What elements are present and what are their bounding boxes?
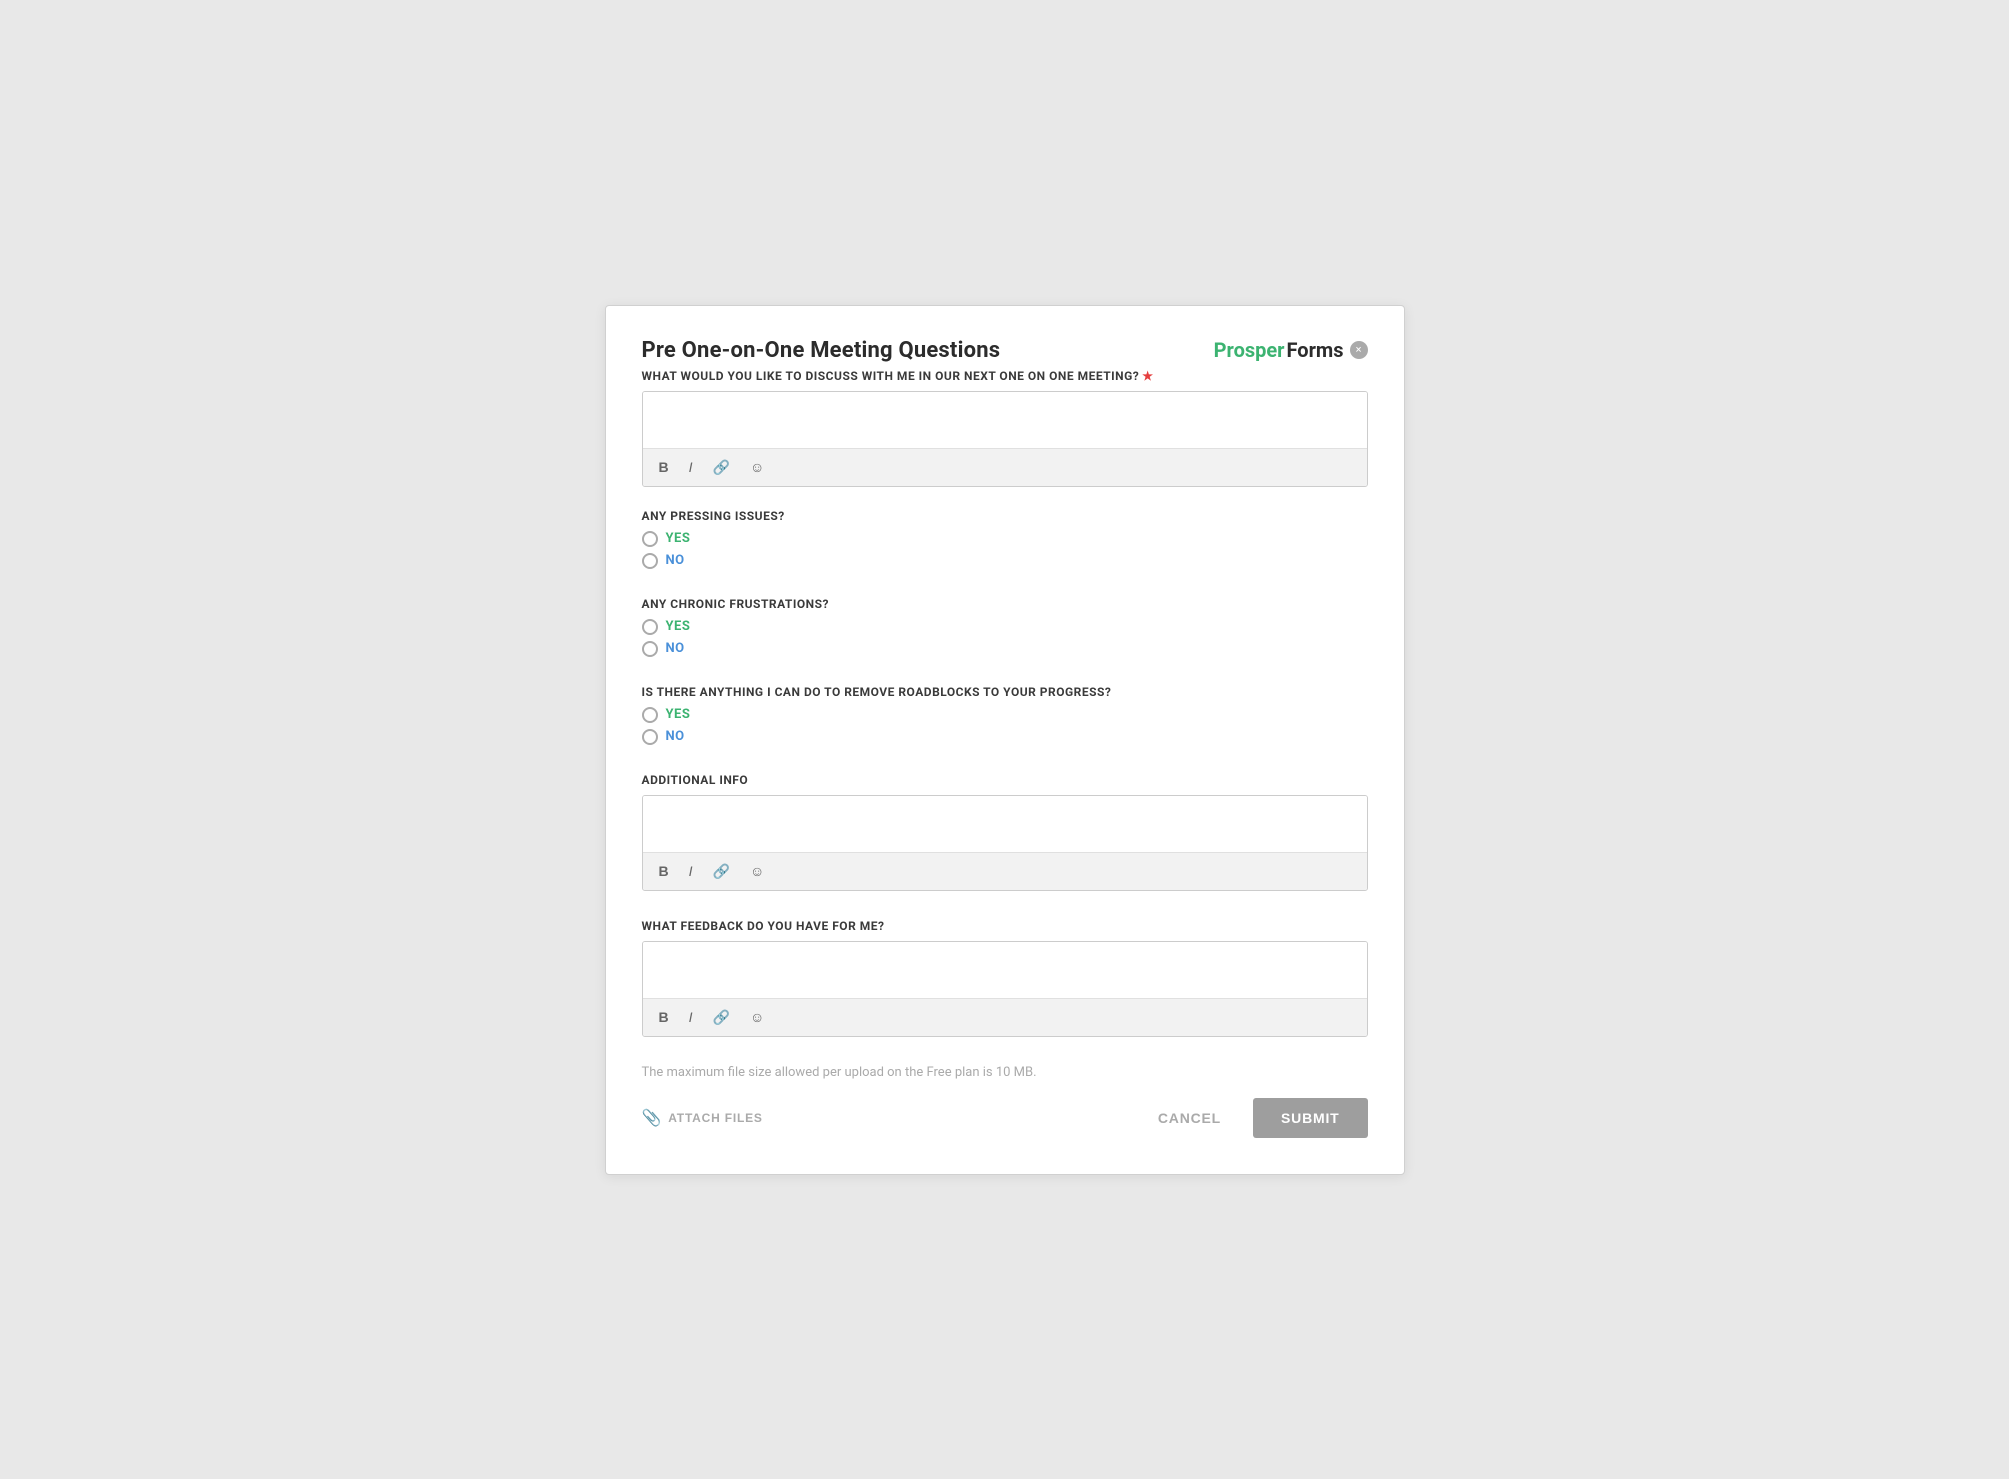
question-5-label: ADDITIONAL INFO: [642, 773, 1368, 787]
question-2-no-radio[interactable]: [642, 553, 658, 569]
question-6-input[interactable]: [643, 942, 1367, 994]
question-4-yes-option[interactable]: YES: [642, 707, 1368, 723]
form-modal: Pre One-on-One Meeting Questions Prosper…: [605, 305, 1405, 1175]
footer-actions: CANCEL SUBMIT: [1142, 1098, 1368, 1138]
italic-button-q6[interactable]: I: [685, 1007, 697, 1027]
bold-button-q5[interactable]: B: [655, 861, 673, 881]
question-1-label: WHAT WOULD YOU LIKE TO DISCUSS WITH ME I…: [642, 369, 1368, 383]
question-4-label: IS THERE ANYTHING I CAN DO TO REMOVE ROA…: [642, 685, 1368, 699]
question-3-radio-group: YES NO: [642, 619, 1368, 657]
question-2-no-option[interactable]: NO: [642, 553, 1368, 569]
brand-prosper-text: Prosper: [1214, 338, 1285, 362]
link-button-q1[interactable]: 🔗: [709, 457, 734, 478]
question-3-label: ANY CHRONIC FRUSTRATIONS?: [642, 597, 1368, 611]
bold-button-q1[interactable]: B: [655, 457, 673, 477]
question-2-section: ANY PRESSING ISSUES? YES NO: [642, 509, 1368, 569]
question-4-radio-group: YES NO: [642, 707, 1368, 745]
submit-button[interactable]: SUBMIT: [1253, 1098, 1367, 1138]
question-2-yes-radio[interactable]: [642, 531, 658, 547]
form-footer: 📎 ATTACH FILES CANCEL SUBMIT: [642, 1098, 1368, 1138]
question-6-label: WHAT FEEDBACK DO YOU HAVE FOR ME?: [642, 919, 1368, 933]
link-button-q5[interactable]: 🔗: [709, 861, 734, 882]
question-1-input[interactable]: [643, 392, 1367, 444]
link-button-q6[interactable]: 🔗: [709, 1007, 734, 1028]
file-size-note: The maximum file size allowed per upload…: [642, 1065, 1368, 1080]
question-6-richtext: B I 🔗 ☺: [642, 941, 1368, 1037]
question-5-input[interactable]: [643, 796, 1367, 848]
form-title: Pre One-on-One Meeting Questions: [642, 338, 1001, 363]
brand-logo: Prosper Forms: [1214, 338, 1344, 362]
question-6-toolbar: B I 🔗 ☺: [643, 998, 1367, 1036]
question-3-no-radio[interactable]: [642, 641, 658, 657]
attach-files-button[interactable]: 📎 ATTACH FILES: [642, 1108, 763, 1128]
question-1-richtext: B I 🔗 ☺: [642, 391, 1368, 487]
question-3-yes-radio[interactable]: [642, 619, 658, 635]
question-2-radio-group: YES NO: [642, 531, 1368, 569]
question-2-yes-label: YES: [666, 531, 691, 546]
question-5-toolbar: B I 🔗 ☺: [643, 852, 1367, 890]
question-4-section: IS THERE ANYTHING I CAN DO TO REMOVE ROA…: [642, 685, 1368, 745]
italic-button-q1[interactable]: I: [685, 457, 697, 477]
question-4-no-radio[interactable]: [642, 729, 658, 745]
italic-button-q5[interactable]: I: [685, 861, 697, 881]
question-4-yes-label: YES: [666, 707, 691, 722]
paperclip-icon: 📎: [642, 1108, 663, 1128]
question-2-yes-option[interactable]: YES: [642, 531, 1368, 547]
emoji-button-q5[interactable]: ☺: [746, 861, 768, 881]
question-1-toolbar: B I 🔗 ☺: [643, 448, 1367, 486]
brand-forms-text: Forms: [1287, 338, 1344, 362]
emoji-button-q6[interactable]: ☺: [746, 1007, 768, 1027]
question-4-no-label: NO: [666, 729, 685, 744]
emoji-button-q1[interactable]: ☺: [746, 457, 768, 477]
question-6-section: WHAT FEEDBACK DO YOU HAVE FOR ME? B I 🔗 …: [642, 919, 1368, 1037]
question-3-yes-option[interactable]: YES: [642, 619, 1368, 635]
close-icon[interactable]: ×: [1350, 341, 1368, 359]
question-3-yes-label: YES: [666, 619, 691, 634]
question-4-yes-radio[interactable]: [642, 707, 658, 723]
question-5-richtext: B I 🔗 ☺: [642, 795, 1368, 891]
bold-button-q6[interactable]: B: [655, 1007, 673, 1027]
cancel-button[interactable]: CANCEL: [1142, 1100, 1237, 1136]
question-3-section: ANY CHRONIC FRUSTRATIONS? YES NO: [642, 597, 1368, 657]
question-5-section: ADDITIONAL INFO B I 🔗 ☺: [642, 773, 1368, 891]
question-4-no-option[interactable]: NO: [642, 729, 1368, 745]
question-1-section: WHAT WOULD YOU LIKE TO DISCUSS WITH ME I…: [642, 369, 1368, 487]
modal-header: Pre One-on-One Meeting Questions Prosper…: [642, 338, 1368, 363]
question-3-no-option[interactable]: NO: [642, 641, 1368, 657]
attach-files-label: ATTACH FILES: [668, 1111, 762, 1125]
question-2-no-label: NO: [666, 553, 685, 568]
required-star-q1: ★: [1142, 369, 1153, 383]
brand-wrapper: Prosper Forms ×: [1214, 338, 1368, 362]
question-2-label: ANY PRESSING ISSUES?: [642, 509, 1368, 523]
question-3-no-label: NO: [666, 641, 685, 656]
